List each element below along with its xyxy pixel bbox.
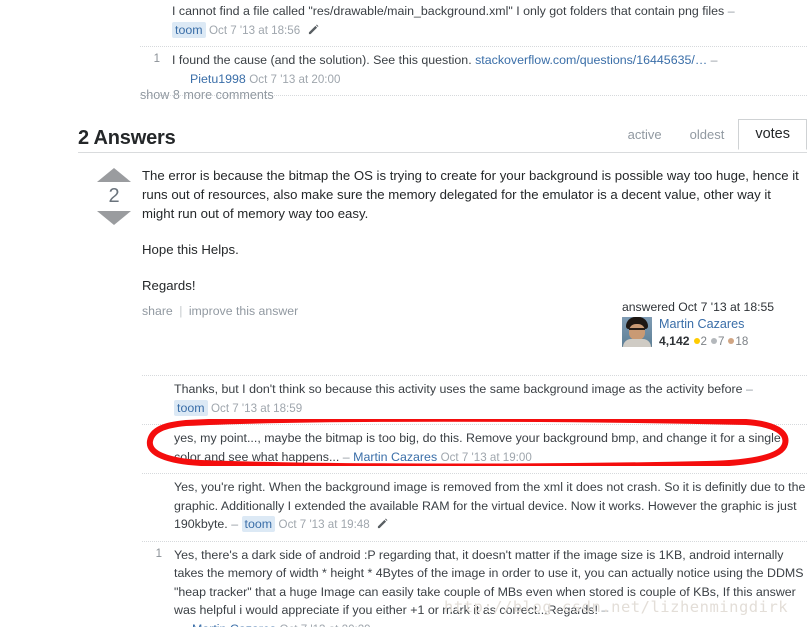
link-separator: | [179,304,183,318]
answer-paragraph: Hope this Helps. [142,242,239,257]
comment-author[interactable]: Martin Cazares [353,450,437,464]
improve-answer-link[interactable]: improve this answer [189,304,298,318]
comment-date: Oct 7 '13 at 18:59 [211,401,303,415]
comment-score [142,380,168,382]
edit-pencil-icon[interactable] [308,22,319,34]
bronze-badge: 18 [728,335,748,348]
answered-timestamp: answered Oct 7 '13 at 18:55 [622,300,775,314]
silver-badge: 7 [710,335,725,348]
comment-dash: – [727,4,735,18]
comment-row[interactable]: Yes, you're right. When the background i… [142,474,807,542]
stackoverflow-answer-page: I cannot find a file called "res/drawabl… [0,0,807,627]
vote-column: 2 [93,168,135,225]
question-comments-list: I cannot find a file called "res/drawabl… [140,0,807,96]
answers-count-title: 2 Answers [78,127,176,149]
reputation-count: 4,142 [659,334,690,348]
bronze-badge-count: 18 [735,335,749,348]
comment-author[interactable]: Pietu1998 [190,72,246,86]
comment-author[interactable]: toom [174,399,208,416]
comment-body: yes, my point..., maybe the bitmap is to… [168,429,807,467]
vote-count: 2 [108,185,120,207]
comment-date: Oct 7 '13 at 20:00 [249,72,341,86]
comment-body: Yes, you're right. When the background i… [168,478,807,535]
answers-header: 2 Answers active oldest votes [78,119,807,150]
bronze-badge-icon [728,338,735,344]
gold-badge: 2 [693,335,707,348]
answer-sort-tabs: active oldest votes [614,119,807,150]
comment-score [142,429,168,431]
arrow-up-icon[interactable] [97,168,131,182]
comment-date: Oct 7 '13 at 20:29 [279,623,370,627]
tab-oldest[interactable]: oldest [676,121,739,150]
gold-badge-count: 2 [700,335,707,348]
avatar[interactable] [622,317,652,347]
comment-row[interactable]: I cannot find a file called "res/drawabl… [140,0,807,47]
comment-date: Oct 7 '13 at 19:00 [440,450,532,464]
comment-text: I cannot find a file called "res/drawabl… [172,4,725,18]
comment-score [142,478,168,480]
comment-score: 1 [155,547,162,560]
silver-badge-icon [710,338,717,344]
answer-paragraph: Regards! [142,278,196,293]
answer-footer: share | improve this answer answered Oct… [142,300,807,350]
comment-text: Thanks, but I don't think so because thi… [174,382,743,396]
user-reputation-row: 4,142 2 7 18 [659,333,748,350]
comment-dash: – [231,517,239,531]
edit-pencil-icon[interactable] [377,516,388,529]
answer-action-links: share | improve this answer [142,300,298,318]
comment-text: I found the cause (and the solution). Se… [172,53,472,67]
tab-active[interactable]: active [614,121,676,150]
silver-badge-count: 7 [717,335,725,348]
gold-badge-icon [693,338,700,344]
user-display-name[interactable]: Martin Cazares [659,317,744,331]
answer-body: The error is because the bitmap the OS i… [142,166,802,312]
comment-date: Oct 7 '13 at 19:48 [278,518,370,531]
comment-date: Oct 7 '13 at 18:56 [209,23,301,37]
watermark-text: http://blog.csdn.net/lizhenmingdirk [444,598,789,616]
answers-divider [78,152,807,153]
comment-score: 1 [153,53,160,65]
tab-votes[interactable]: votes [738,119,807,150]
comment-body: I cannot find a file called "res/drawabl… [166,2,807,40]
answer-user-card: answered Oct 7 '13 at 18:55 Martin Cazar… [622,300,807,350]
comment-body: Thanks, but I don't think so because thi… [168,380,807,418]
comment-dash: – [342,449,350,464]
comment-score [140,2,166,4]
comment-author[interactable]: toom [172,21,206,38]
comment-author[interactable]: toom [241,516,276,532]
answer-comments-list: Thanks, but I don't think so because thi… [142,375,807,627]
show-more-comments-link[interactable]: show 8 more comments [140,88,274,102]
comment-link[interactable]: stackoverflow.com/questions/16445635/… [475,53,707,67]
user-info-row: Martin Cazares 4,142 2 7 18 [622,317,807,350]
comment-row[interactable]: yes, my point..., maybe the bitmap is to… [142,425,807,474]
answer-paragraph: The error is because the bitmap the OS i… [142,168,799,221]
comment-row[interactable]: Thanks, but I don't think so because thi… [142,375,807,425]
arrow-down-icon[interactable] [97,211,131,225]
comment-body: I found the cause (and the solution). Se… [166,51,807,89]
comment-dash: – [745,382,753,396]
comment-author[interactable]: Martin Cazares [192,622,276,627]
comment-dash: – [710,53,718,67]
share-link[interactable]: share [142,304,173,318]
